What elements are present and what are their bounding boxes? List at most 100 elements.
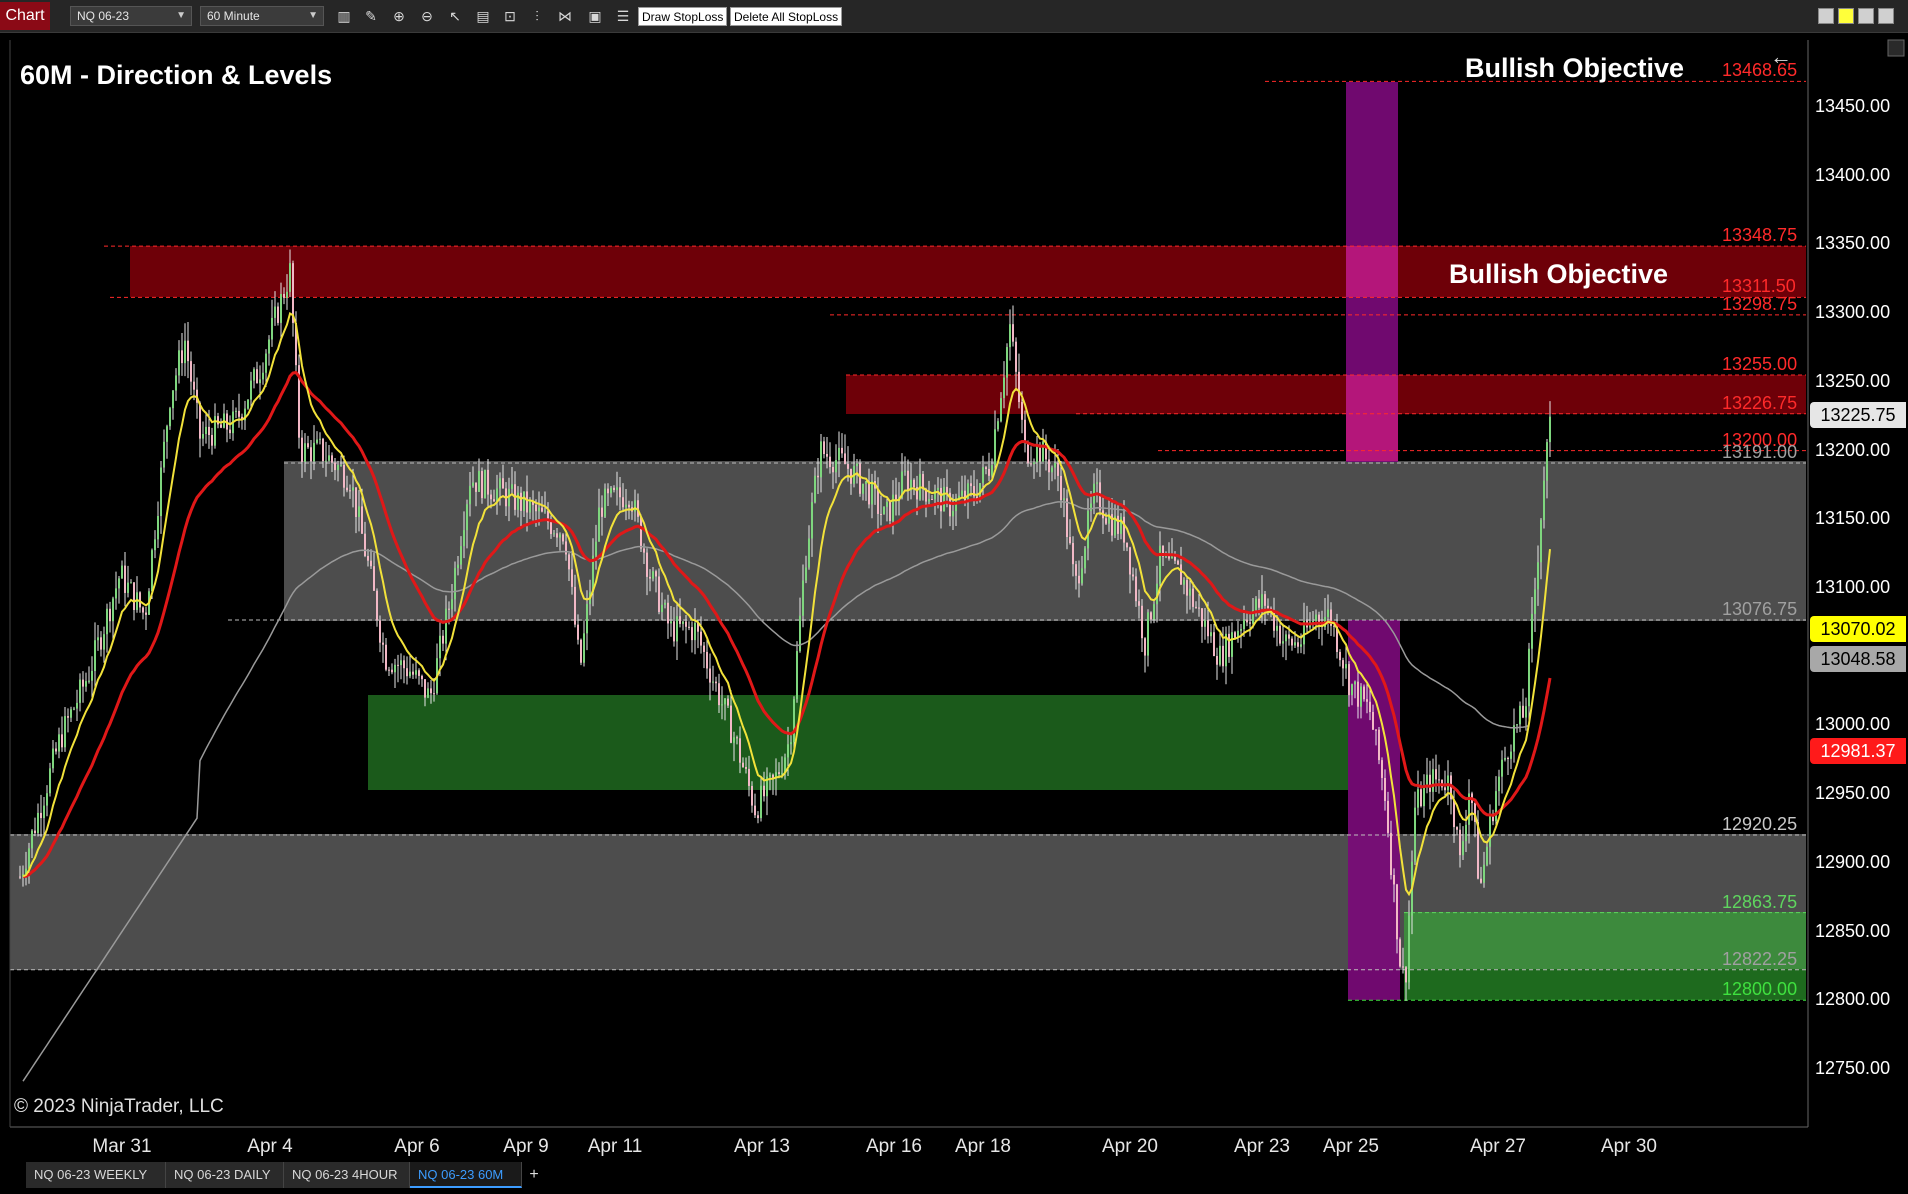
bar-body — [28, 848, 30, 869]
bar-body — [1183, 580, 1185, 585]
bar-body — [1126, 542, 1128, 548]
bar-body — [274, 306, 276, 318]
bar-body — [1414, 807, 1416, 862]
bar-body — [424, 679, 426, 698]
bar-body — [1138, 601, 1140, 606]
bar-body — [178, 350, 180, 376]
bar-body — [388, 669, 390, 671]
bar-body — [448, 608, 450, 610]
bar-body — [748, 768, 750, 786]
bar-body — [808, 538, 810, 568]
bar-body — [130, 582, 132, 584]
bar-body — [58, 734, 60, 752]
bar-body — [328, 455, 330, 461]
bar-body — [1531, 613, 1533, 649]
bar-body — [1327, 609, 1329, 618]
level-label: 13076.75 — [1722, 598, 1798, 619]
bar-body — [1210, 632, 1212, 637]
price-chart[interactable]: Bullish Objective Bullish Objective ← — [0, 0, 1908, 1160]
bar-body — [406, 668, 408, 677]
bar-body — [526, 491, 528, 513]
price-axis-tick: 13150.00 — [1815, 508, 1891, 529]
bar-body — [346, 487, 348, 491]
bar-body — [904, 470, 906, 472]
bar-body — [127, 582, 129, 593]
bar-body — [451, 599, 453, 610]
bar-body — [1066, 498, 1068, 537]
bar-body — [1492, 816, 1494, 822]
bar-body — [1027, 442, 1029, 464]
bar-body — [1387, 800, 1389, 833]
bar-body — [1483, 864, 1485, 883]
bar-body — [1549, 416, 1551, 443]
bar-body — [124, 565, 126, 593]
bar-body — [1141, 605, 1143, 639]
bar-body — [622, 497, 624, 508]
bar-body — [1246, 619, 1248, 623]
bar-body — [1399, 939, 1401, 967]
bar-body — [1213, 632, 1215, 657]
bar-body — [712, 681, 714, 683]
tab-weekly[interactable]: NQ 06-23 WEEKLY — [26, 1162, 166, 1188]
bar-body — [703, 645, 705, 652]
bar-body — [943, 486, 945, 512]
date-axis-tick: Apr 4 — [247, 1136, 293, 1157]
bar-body — [385, 644, 387, 670]
date-axis-tick: Apr 25 — [1323, 1136, 1379, 1157]
bar-body — [778, 772, 780, 774]
bar-body — [1123, 516, 1125, 543]
bar-body — [946, 486, 948, 493]
bar-body — [646, 552, 648, 577]
bar-body — [886, 501, 888, 507]
bar-body — [1519, 705, 1521, 725]
bar-body — [253, 369, 255, 381]
bar-body — [229, 429, 231, 434]
bar-body — [160, 467, 162, 517]
bar-body — [1360, 686, 1362, 707]
bar-body — [1132, 574, 1134, 577]
bar-body — [1375, 729, 1377, 731]
bar-body — [1147, 612, 1149, 656]
bar-body — [481, 471, 483, 499]
bar-body — [1432, 769, 1434, 792]
bar-body — [259, 379, 261, 384]
bar-body — [454, 568, 456, 600]
bar-body — [1447, 775, 1449, 791]
bar-body — [790, 742, 792, 745]
bar-body — [718, 683, 720, 706]
scrollbar-handle[interactable] — [1887, 39, 1905, 57]
tab-60m[interactable]: NQ 06-23 60M — [410, 1162, 522, 1188]
bar-body — [529, 501, 531, 513]
bar-body — [301, 437, 303, 462]
bar-body — [364, 533, 366, 556]
bar-body — [991, 465, 993, 476]
bar-body — [1465, 824, 1467, 842]
bar-body — [334, 462, 336, 471]
bar-body — [142, 607, 144, 613]
bar-body — [466, 504, 468, 531]
bar-body — [985, 467, 987, 469]
bar-body — [1462, 841, 1464, 856]
bar-body — [724, 698, 726, 705]
bar-body — [163, 441, 165, 468]
level-label: 13348.75 — [1722, 225, 1798, 246]
bar-body — [220, 424, 222, 428]
bar-body — [91, 670, 93, 681]
bar-body — [1204, 620, 1206, 627]
price-tag: 12981.37 — [1810, 738, 1906, 765]
bar-body — [1288, 634, 1290, 639]
bar-body — [61, 734, 63, 748]
bar-body — [964, 490, 966, 501]
bar-body — [1039, 445, 1041, 462]
bar-body — [649, 576, 651, 579]
bar-body — [1057, 462, 1059, 476]
tab-4hour[interactable]: NQ 06-23 4HOUR — [284, 1162, 410, 1188]
add-tab-icon[interactable]: + — [522, 1162, 546, 1188]
bar-body — [286, 291, 288, 298]
tab-daily[interactable]: NQ 06-23 DAILY — [166, 1162, 284, 1188]
bar-body — [457, 564, 459, 569]
bar-body — [73, 708, 75, 710]
bar-body — [733, 737, 735, 743]
bar-body — [562, 534, 564, 542]
bar-body — [445, 608, 447, 644]
